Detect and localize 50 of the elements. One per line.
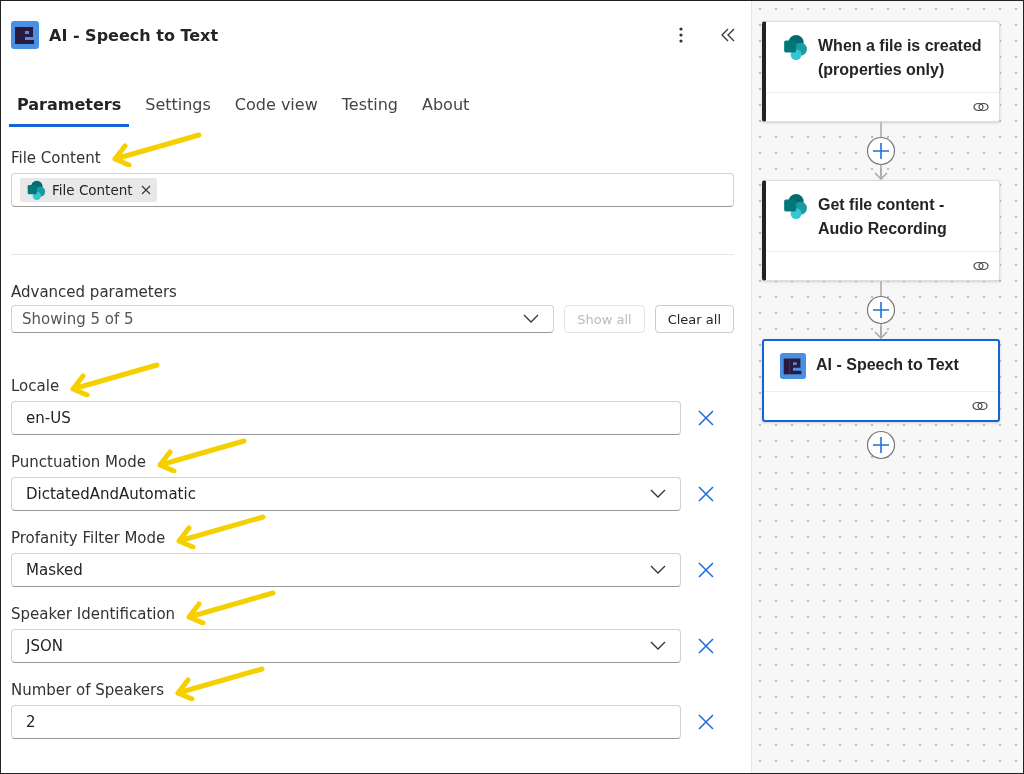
field-label: Number of Speakers [11, 681, 165, 701]
dropdown-field[interactable]: Masked [11, 553, 681, 587]
app-logo-icon [11, 21, 39, 49]
dropdown-field[interactable]: JSON [11, 629, 681, 663]
step-title: AI - Speech to Text [816, 355, 959, 375]
link-icon [973, 101, 989, 113]
remove-icon[interactable] [140, 185, 151, 195]
advanced-parameters-dropdown[interactable]: Showing 5 of 5 [11, 305, 555, 333]
field-label: Speaker Identification [11, 605, 176, 625]
step-title: Get file content - Audio Recording [818, 195, 948, 239]
chevron-down-icon [650, 489, 666, 499]
tab[interactable]: Testing [333, 87, 406, 127]
more-options-icon[interactable] [679, 27, 683, 43]
panel-title: AI - Speech to Text [49, 25, 219, 45]
close-icon[interactable] [698, 562, 714, 578]
field-label: Punctuation Mode [11, 453, 146, 473]
collapse-icon[interactable] [721, 28, 735, 42]
field-label: Advanced parameters [11, 283, 178, 303]
file-content-token[interactable]: File Content [20, 178, 157, 202]
add-step-icon[interactable] [866, 430, 896, 460]
chevron-down-icon [650, 641, 666, 651]
link-icon [973, 260, 989, 272]
field-label: File Content [11, 149, 101, 169]
flow-step-card[interactable]: When a file is created (properties only) [762, 21, 1000, 122]
field-label: Profanity Filter Mode [11, 529, 166, 549]
text-input-field[interactable]: 2 [11, 705, 681, 739]
close-icon[interactable] [698, 410, 714, 426]
connector-arrow-icon [874, 168, 888, 180]
dropdown-field[interactable]: DictatedAndAutomatic [11, 477, 681, 511]
close-icon[interactable] [698, 486, 714, 502]
tab[interactable]: Parameters [9, 87, 130, 127]
chevron-down-icon [650, 565, 666, 575]
file-content-field[interactable]: File Content [11, 173, 734, 207]
tab[interactable]: Code view [226, 87, 326, 127]
chevron-down-icon [523, 314, 540, 324]
connector-arrow-icon [874, 327, 888, 339]
step-title: When a file is created (properties only) [818, 36, 983, 80]
close-icon[interactable] [698, 638, 714, 654]
link-icon [972, 400, 988, 412]
text-input-field[interactable]: en-US [11, 401, 681, 435]
tab[interactable]: About [414, 87, 478, 127]
add-step-icon[interactable] [866, 136, 896, 166]
clear-all-button[interactable]: Clear all [654, 305, 734, 333]
close-icon[interactable] [698, 714, 714, 730]
field-label: Locale [11, 377, 60, 397]
flow-step-card[interactable]: AI - Speech to Text [762, 339, 1000, 422]
tab[interactable]: Settings [137, 87, 219, 127]
add-step-icon[interactable] [866, 295, 896, 325]
app-logo-icon [780, 353, 806, 379]
flow-step-card[interactable]: Get file content - Audio Recording [762, 180, 1000, 281]
